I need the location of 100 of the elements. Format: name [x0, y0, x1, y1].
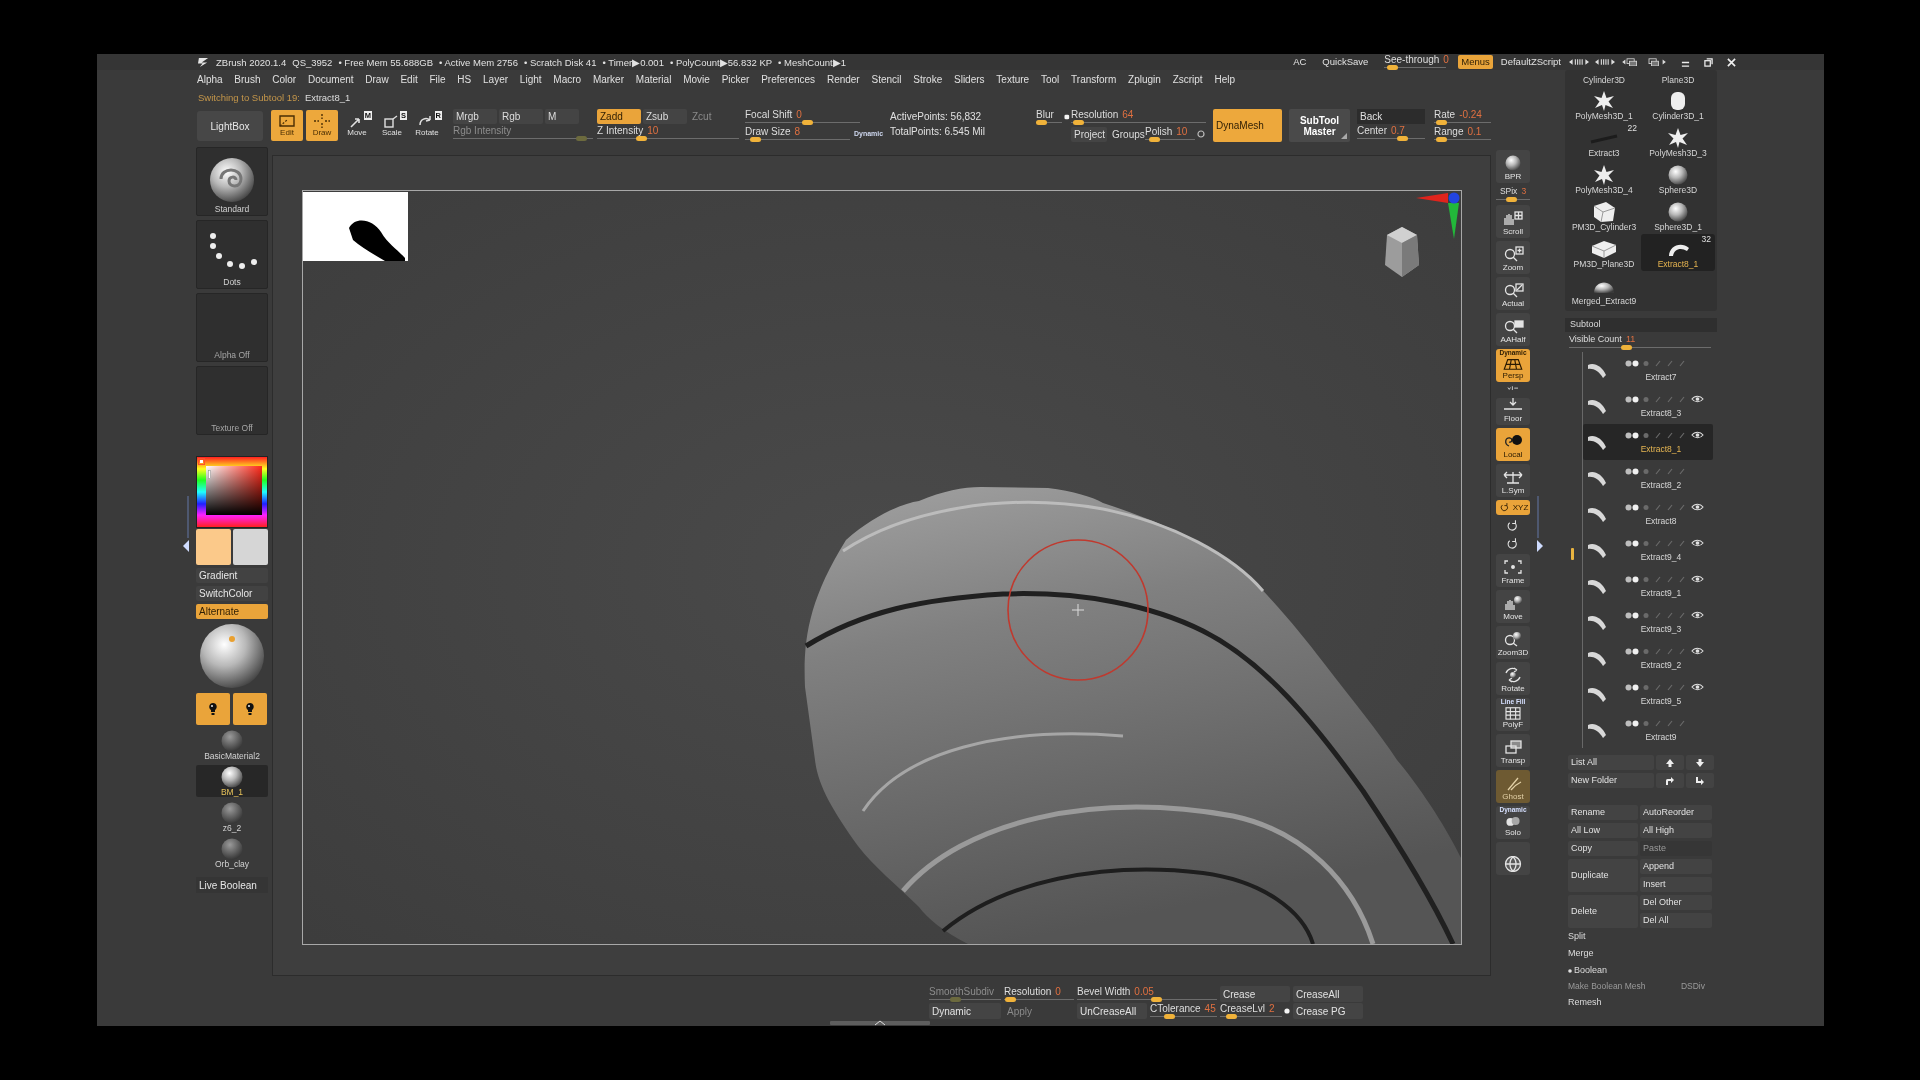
scrollbar-thumb[interactable] — [1571, 548, 1574, 560]
mesh-item[interactable]: Cylinder3D — [1567, 72, 1641, 86]
ac-button[interactable]: AC — [1291, 56, 1309, 68]
menu-item[interactable]: Zscript — [1172, 73, 1203, 85]
subtool-header[interactable]: Subtool — [1565, 318, 1717, 332]
rotate-button[interactable]: Rotate — [1496, 662, 1530, 695]
toggle-pair-icon[interactable] — [1625, 647, 1639, 655]
draw-mode-button[interactable]: Draw — [306, 110, 338, 141]
brush-button[interactable]: Standard — [196, 147, 268, 216]
menu-item[interactable]: Stencil — [871, 73, 902, 85]
toggle-pair-icon[interactable] — [1625, 467, 1639, 475]
slider-thumb[interactable] — [1150, 997, 1162, 1002]
slider-track[interactable] — [1036, 120, 1063, 125]
menu-item[interactable]: Document — [307, 73, 354, 85]
local-button[interactable]: Local — [1496, 428, 1530, 461]
picker-marker-icon[interactable] — [198, 458, 205, 465]
mesh-item[interactable]: Cylinder3D_1 — [1641, 86, 1715, 123]
menu-item[interactable]: HS — [457, 73, 472, 85]
xyz-button[interactable]: XYZ — [1496, 500, 1530, 515]
color-option-button[interactable]: SwitchColor — [196, 586, 268, 601]
light-toggle[interactable] — [196, 693, 230, 725]
mesh-item[interactable]: PM3D_Plane3D — [1567, 234, 1641, 271]
subtool-action-button[interactable]: Del Other — [1640, 895, 1712, 910]
slider-track[interactable] — [1434, 120, 1491, 125]
material-sphere-icon[interactable] — [199, 623, 265, 689]
material-button[interactable]: BM_1 — [196, 765, 268, 797]
alpha-button[interactable]: Alpha Off — [196, 293, 268, 362]
slider-thumb[interactable] — [1036, 120, 1048, 125]
menu-item[interactable]: Marker — [592, 73, 624, 85]
color-option-button[interactable]: Alternate — [196, 604, 268, 619]
menu-item[interactable]: Material — [635, 73, 672, 85]
move-button[interactable]: Move — [1496, 590, 1530, 623]
menu-item[interactable]: Light — [519, 73, 542, 85]
folder-in-button[interactable] — [1656, 773, 1684, 788]
toggle-pair-icon[interactable] — [1625, 539, 1639, 547]
quicksave-button[interactable]: QuickSave — [1320, 56, 1371, 68]
toggle-pair-icon[interactable] — [1625, 683, 1639, 691]
texture-button[interactable]: Texture Off — [196, 366, 268, 435]
toggle-pair-icon[interactable] — [1625, 611, 1639, 619]
lightbox-button[interactable]: LightBox — [197, 111, 263, 141]
subtool-action-button[interactable]: AutoReorder — [1640, 805, 1712, 820]
subtool-action-button[interactable]: Duplicate — [1568, 859, 1638, 892]
zoom-button[interactable]: Zoom — [1496, 241, 1530, 274]
mesh-item[interactable]: Sphere3D_1 — [1641, 197, 1715, 234]
section-header[interactable]: Boolean — [1574, 965, 1608, 976]
section-header[interactable]: Merge — [1568, 948, 1594, 959]
tray-handle-icon[interactable] — [830, 1020, 930, 1026]
slider-thumb[interactable] — [1005, 997, 1017, 1002]
subtool-action-button[interactable]: Delete — [1568, 895, 1638, 928]
subtool-action-button[interactable]: Insert — [1640, 877, 1712, 892]
mesh-item[interactable]: 32 Extract8_1 — [1641, 234, 1715, 271]
back-button[interactable]: Back — [1357, 109, 1425, 124]
slider-thumb[interactable] — [802, 120, 814, 125]
slider-track[interactable] — [1150, 1014, 1217, 1019]
menu-item[interactable]: Movie — [683, 73, 710, 85]
material-button[interactable]: Orb_clay — [196, 837, 268, 869]
toggle-pair-icon[interactable] — [1625, 359, 1639, 367]
material-button[interactable]: BasicMaterial2 — [196, 729, 268, 761]
slider-track[interactable] — [1384, 65, 1447, 70]
dock-layout-icon[interactable] — [1647, 58, 1667, 66]
navigation-thumbnail[interactable] — [303, 192, 408, 261]
sculpt-mode-button[interactable]: Zadd — [597, 109, 641, 124]
section-header[interactable]: Remesh — [1568, 997, 1602, 1008]
slider-thumb[interactable] — [1436, 120, 1448, 125]
subtool-action-button[interactable]: Del All — [1640, 913, 1712, 928]
axis-gizmo-icon[interactable] — [1416, 191, 1460, 239]
new-folder-button[interactable]: New Folder — [1568, 773, 1654, 788]
mesh-item[interactable]: PolyMesh3D_4 — [1567, 160, 1641, 197]
color-mode-button[interactable]: Rgb — [499, 109, 543, 124]
menu-item[interactable]: Brush — [234, 73, 261, 85]
color-swatch-icon[interactable] — [233, 529, 268, 565]
toggle-pair-icon[interactable] — [1625, 575, 1639, 583]
subtool-row[interactable]: Extract8_1 — [1583, 424, 1713, 460]
subtool-row[interactable]: Extract8_2 — [1583, 460, 1713, 496]
eye-icon[interactable] — [1691, 647, 1704, 655]
eye-icon[interactable] — [1691, 395, 1704, 403]
shelf-scroll-icon[interactable] — [1595, 58, 1615, 66]
slider-thumb[interactable] — [1073, 120, 1085, 125]
material-button[interactable]: z6_2 — [196, 801, 268, 833]
shelf-button[interactable]: CreaseAll — [1293, 986, 1363, 1002]
list-all-button[interactable]: List All — [1568, 755, 1654, 770]
tray-arrow-icon[interactable] — [1537, 540, 1543, 552]
script-button[interactable]: DefaultZScript — [1498, 56, 1563, 68]
subtool-action-button[interactable]: Append — [1640, 859, 1712, 874]
mesh-item[interactable]: 22 Extract3 — [1567, 123, 1641, 160]
sculpt-model-drawing[interactable] — [804, 487, 1461, 944]
slider-track[interactable] — [1071, 120, 1206, 125]
slider-thumb[interactable] — [1436, 137, 1448, 142]
slider-track[interactable] — [1004, 997, 1074, 1002]
globe-button[interactable] — [1496, 842, 1530, 875]
color-mode-button[interactable]: M — [545, 109, 579, 124]
aa-half-button[interactable]: AAHalf — [1496, 313, 1530, 346]
restore-icon[interactable] — [1704, 57, 1713, 67]
menu-item[interactable]: Render — [826, 73, 860, 85]
toggle-pair-icon[interactable] — [1625, 503, 1639, 511]
slider-thumb[interactable] — [749, 137, 761, 142]
move-down-button[interactable] — [1686, 755, 1714, 770]
render-button[interactable]: BPR — [1496, 150, 1530, 183]
mesh-item[interactable]: PolyMesh3D_1 — [1567, 86, 1641, 123]
slider-thumb[interactable] — [1386, 65, 1398, 70]
